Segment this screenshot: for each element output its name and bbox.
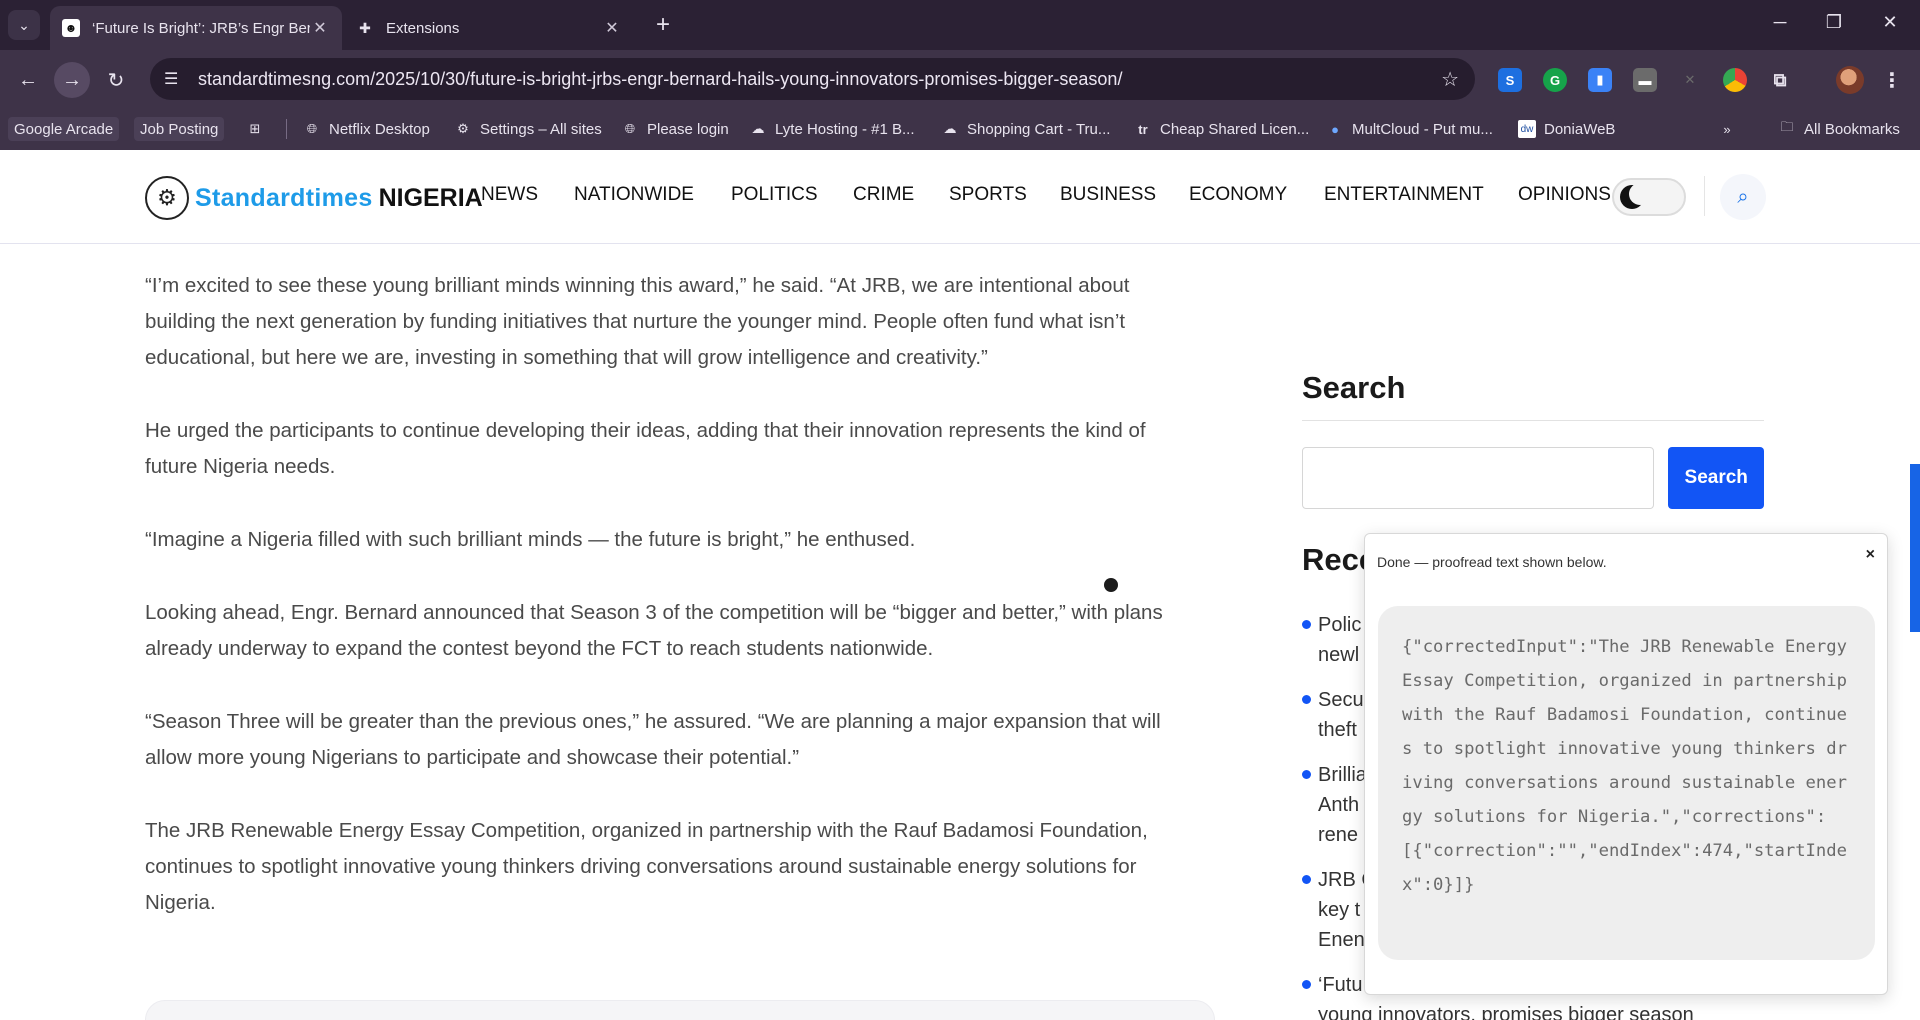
docs-extension-icon[interactable]: ▮ — [1588, 68, 1612, 92]
sidebar-search-widget: Search Search — [1302, 370, 1764, 509]
profile-avatar[interactable] — [1836, 66, 1864, 94]
tab-close-icon[interactable]: ✕ — [310, 18, 330, 38]
nav-nationwide[interactable]: NATIONWIDE — [574, 184, 694, 206]
cloud-icon: ☁ — [751, 121, 765, 136]
dark-mode-toggle[interactable] — [1612, 178, 1686, 216]
logo-mark-icon: ⚙ — [145, 176, 189, 220]
bullet-icon — [1302, 770, 1311, 779]
nav-economy[interactable]: ECONOMY — [1189, 184, 1287, 206]
header-divider — [1704, 176, 1705, 216]
bookmark-please-login[interactable]: 🌐︎ Please login — [621, 117, 729, 141]
tab-article[interactable]: ☻ ‘Future Is Bright’: JRB’s Engr Ber ✕ — [50, 6, 342, 50]
minimize-icon[interactable]: ─ — [1760, 12, 1800, 33]
folder-extension-icon[interactable]: ▬ — [1633, 68, 1657, 92]
address-bar[interactable]: ☰ standardtimesng.com/2025/10/30/future-… — [150, 58, 1475, 100]
doniaweb-icon: dw — [1518, 120, 1536, 138]
bookmark-google-arcade[interactable]: Google Arcade — [8, 117, 120, 141]
bullet-icon — [1302, 875, 1311, 884]
all-bookmarks[interactable]: 🗀 All Bookmarks — [1778, 117, 1899, 141]
bookmark-netflix-desktop[interactable]: 🌐︎ Netflix Desktop — [303, 117, 430, 141]
article-paragraph: “I’m excited to see these young brillian… — [145, 274, 1130, 369]
bullet-icon — [1302, 620, 1311, 629]
popup-status-text: Done — proofread text shown below. — [1377, 554, 1607, 570]
cloud-icon: ☁ — [943, 121, 957, 136]
site-logo[interactable]: ⚙ Standardtimes NIGERIA — [145, 176, 483, 220]
search-heading: Search — [1302, 370, 1764, 421]
recent-post-link[interactable]: Brillia Anth rene — [1302, 760, 1367, 850]
chrome-extension-icon[interactable] — [1723, 68, 1747, 92]
more-bookmarks-chevron-icon[interactable]: » — [1718, 117, 1744, 141]
folder-icon: 🗀 — [1780, 119, 1794, 134]
site-favicon-icon: ☻ — [62, 19, 80, 37]
comment-card — [145, 1000, 1215, 1020]
restore-icon[interactable]: ❐ — [1814, 12, 1854, 33]
tab-title: ‘Future Is Bright’: JRB’s Engr Ber — [92, 19, 310, 37]
article-paragraph: He urged the participants to continue de… — [145, 419, 1146, 478]
article-paragraph: The JRB Renewable Energy Essay Competiti… — [145, 819, 1148, 914]
puzzle-icon: ✚ — [359, 19, 371, 36]
nav-politics[interactable]: POLITICS — [731, 184, 818, 206]
new-tab-button[interactable]: + — [648, 12, 678, 38]
gear-icon: ⚙ — [457, 121, 469, 136]
nav-sports[interactable]: SPORTS — [949, 184, 1027, 206]
header-search-icon[interactable]: ⌕ — [1720, 174, 1766, 220]
moon-icon — [1620, 183, 1651, 209]
grammarly-icon[interactable]: G — [1543, 68, 1567, 92]
floating-side-tab[interactable] — [1910, 464, 1920, 632]
cursor-dot — [1104, 578, 1118, 592]
s-extension-icon[interactable]: S — [1498, 68, 1522, 92]
article-paragraph: Looking ahead, Engr. Bernard announced t… — [145, 601, 1163, 660]
globe-icon: 🌐︎ — [624, 121, 636, 136]
article-paragraph: “Season Three will be greater than the p… — [145, 710, 1161, 769]
article-paragraph: “Imagine a Nigeria filled with such bril… — [145, 528, 916, 551]
site-info-icon[interactable]: ☰ — [164, 69, 190, 89]
tab-close-icon[interactable]: ✕ — [602, 18, 622, 38]
bookmark-shopping-cart[interactable]: ☁ Shopping Cart - Tru... — [941, 117, 1111, 141]
nav-business[interactable]: BUSINESS — [1060, 184, 1156, 206]
site-header: ⚙ Standardtimes NIGERIA NEWS NATIONWIDE … — [0, 150, 1920, 244]
bookmarks-divider — [286, 119, 287, 139]
proofread-result-text: {"correctedInput":"The JRB Renewable Ene… — [1378, 606, 1875, 960]
logo-text-standardtimes: Standardtimes — [195, 183, 373, 212]
reload-icon[interactable]: ↻ — [98, 62, 134, 98]
tab-title: Extensions — [386, 19, 460, 37]
url-text[interactable]: standardtimesng.com/2025/10/30/future-is… — [198, 69, 1122, 90]
proofread-popup: Done — proofread text shown below. × {"c… — [1364, 533, 1888, 995]
bookmark-multcloud[interactable]: ● MultCloud - Put mu... — [1326, 117, 1493, 141]
tab-search-chevron-icon[interactable]: ⌄ — [8, 10, 40, 40]
bookmark-cheap-shared[interactable]: tr Cheap Shared Licen... — [1134, 117, 1309, 141]
x-extension-icon[interactable]: ✕ — [1678, 68, 1702, 92]
apps-grid-icon[interactable]: ⊞ — [246, 117, 272, 141]
forward-icon[interactable]: → — [54, 62, 90, 98]
back-icon[interactable]: ← — [10, 62, 46, 98]
extensions-puzzle-icon[interactable]: ⧉ — [1768, 68, 1792, 92]
globe-icon: 🌐︎ — [306, 121, 318, 136]
nav-entertainment[interactable]: ENTERTAINMENT — [1324, 184, 1484, 206]
sidebar-search-button[interactable]: Search — [1668, 447, 1764, 509]
browser-toolbar: ← → ↻ ☰ standardtimesng.com/2025/10/30/f… — [0, 50, 1920, 108]
tab-strip: ⌄ ☻ ‘Future Is Bright’: JRB’s Engr Ber ✕… — [0, 0, 1920, 50]
bookmarks-bar: Google Arcade Job Posting ⊞ 🌐︎ Netflix De… — [0, 108, 1920, 150]
article-body: “I’m excited to see these young brillian… — [145, 268, 1195, 958]
bookmark-doniaweb[interactable]: dw DoniaWeB — [1518, 117, 1615, 141]
nav-news[interactable]: NEWS — [481, 184, 538, 206]
bookmark-star-icon[interactable]: ☆ — [1441, 67, 1459, 92]
popup-close-button[interactable]: × — [1866, 546, 1875, 564]
bookmark-settings[interactable]: ⚙ Settings – All sites — [454, 117, 602, 141]
multcloud-icon: ● — [1331, 121, 1339, 137]
recent-post-link[interactable]: Secu theft — [1302, 685, 1364, 745]
nav-crime[interactable]: CRIME — [853, 184, 914, 206]
nav-opinions[interactable]: OPINIONS — [1518, 184, 1611, 206]
menu-kebab-icon[interactable]: ⋮ — [1880, 68, 1904, 92]
tab-extensions[interactable]: ✚ Extensions ✕ — [344, 6, 634, 50]
close-window-icon[interactable]: ✕ — [1870, 12, 1910, 33]
logo-text-nigeria: NIGERIA — [378, 183, 483, 212]
bookmark-lyte-hosting[interactable]: ☁ Lyte Hosting - #1 B... — [749, 117, 915, 141]
bullet-icon — [1302, 980, 1311, 989]
sidebar-search-input[interactable] — [1302, 447, 1655, 509]
bullet-icon — [1302, 695, 1311, 704]
recent-post-link[interactable]: Polic newl — [1302, 610, 1361, 670]
bookmark-job-posting[interactable]: Job Posting — [134, 117, 225, 141]
tr-logo-icon: tr — [1138, 121, 1148, 137]
